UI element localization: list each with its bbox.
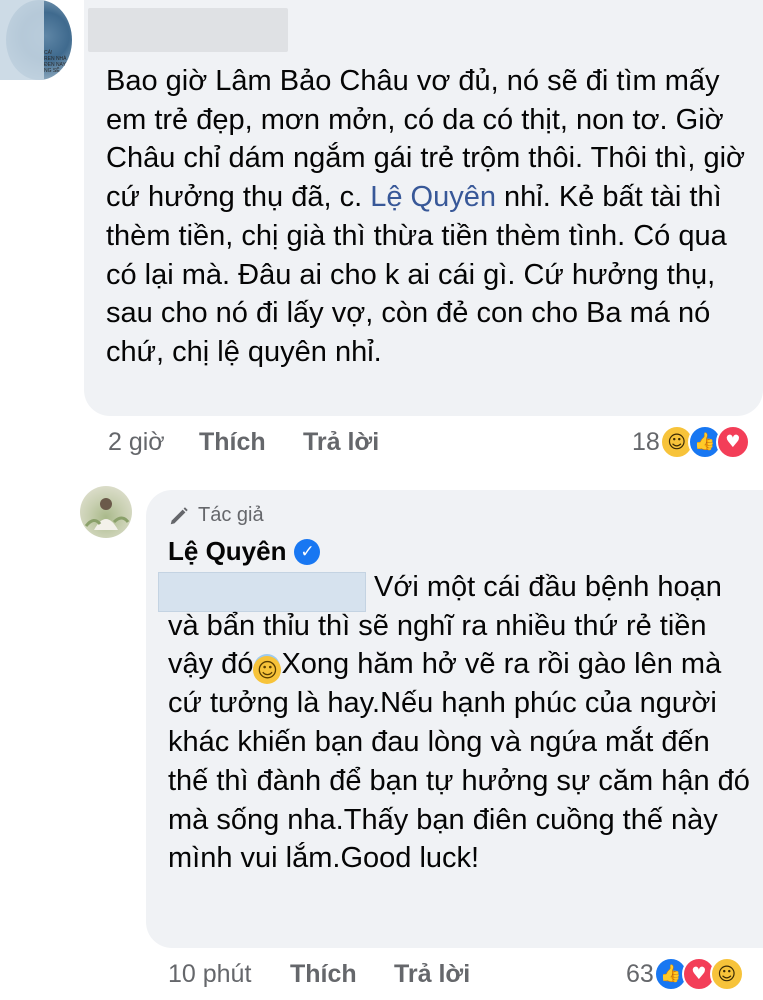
reaction-summary[interactable]: 18 ☺ 👍 ♥ bbox=[632, 425, 750, 459]
like-button[interactable]: Thích bbox=[199, 428, 266, 457]
avatar-caption: CẢ! REN NHÀ ĐEN NAY NG SẼ bbox=[44, 50, 67, 74]
love-icon: ♥ bbox=[715, 425, 750, 459]
author-avatar[interactable] bbox=[80, 486, 132, 538]
author-name[interactable]: Lệ Quyên bbox=[168, 536, 286, 567]
mention-link[interactable]: Lệ Quyên bbox=[370, 181, 496, 213]
avatar-figure bbox=[84, 498, 130, 530]
reply-text-part: Xong hăm hở vẽ ra rồi gào lên mà cứ tưởn… bbox=[168, 648, 750, 875]
avatar-blur-overlay bbox=[0, 0, 44, 80]
reaction-summary[interactable]: 63 👍 ♥ ☺ bbox=[626, 957, 744, 991]
reply-button[interactable]: Trả lời bbox=[303, 428, 379, 457]
reply-time[interactable]: 10 phút bbox=[168, 960, 251, 989]
reaction-count: 63 bbox=[626, 959, 654, 988]
author-badge-label: Tác giả bbox=[198, 504, 264, 526]
verified-badge-icon: ✓ bbox=[294, 538, 321, 565]
reply-text: Với một cái đầu bệnh hoạn và bẩn thỉu th… bbox=[168, 568, 753, 878]
pen-icon bbox=[170, 506, 188, 524]
haha-icon: ☺ bbox=[709, 957, 744, 991]
reply-button[interactable]: Trả lời bbox=[394, 960, 470, 989]
comment-time[interactable]: 2 giờ bbox=[108, 428, 165, 457]
author-name-row: Lệ Quyên ✓ bbox=[168, 536, 321, 567]
redacted-commenter-name bbox=[88, 8, 288, 52]
like-button[interactable]: Thích bbox=[290, 960, 357, 989]
reaction-count: 18 bbox=[632, 427, 660, 456]
smiling-halo-emoji-icon: ☺ bbox=[253, 656, 282, 685]
author-badge: Tác giả bbox=[168, 504, 264, 527]
comment-text: Bao giờ Lâm Bảo Châu vơ đủ, nó sẽ đi tìm… bbox=[106, 62, 746, 372]
